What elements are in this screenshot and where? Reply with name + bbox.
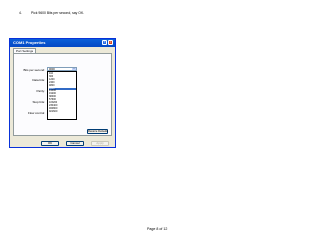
flow-control-label: Flow control: xyxy=(27,111,45,115)
help-icon[interactable]: ? xyxy=(102,40,107,45)
dialog-titlebar: COM1 Properties ? × xyxy=(10,39,115,47)
bits-per-second-dropdown-list[interactable]: 110 300 1200 2400 4800 9600 14400 19200 … xyxy=(47,71,77,120)
restore-defaults-button[interactable]: Restore Defaults xyxy=(87,129,108,134)
data-bits-label: Data bits: xyxy=(32,78,45,82)
bits-per-second-label: Bits per second: xyxy=(23,68,45,72)
close-icon[interactable]: × xyxy=(108,40,113,45)
port-settings-panel: Bits per second: Data bits: Parity: Stop… xyxy=(13,53,112,136)
stop-bits-label: Stop bits: xyxy=(32,100,45,104)
apply-button[interactable]: Apply xyxy=(91,141,109,146)
instruction-line: 4. Pick 9600 Bits per second, say OK. xyxy=(19,11,84,15)
chevron-down-icon[interactable]: ▾ xyxy=(72,68,76,70)
cancel-button[interactable]: Cancel xyxy=(66,141,84,146)
page-number: Page 8 of 12 xyxy=(147,227,168,231)
list-item[interactable]: 921600 xyxy=(49,110,76,114)
com1-properties-dialog: COM1 Properties ? × Port Settings Bits p… xyxy=(9,38,116,148)
instruction-text: Pick 9600 Bits per second, say OK. xyxy=(31,11,85,15)
ok-button[interactable]: OK xyxy=(41,141,59,146)
parity-label: Parity: xyxy=(36,89,45,93)
instruction-bullet: 4. xyxy=(19,11,22,15)
dialog-title: COM1 Properties xyxy=(13,40,46,45)
